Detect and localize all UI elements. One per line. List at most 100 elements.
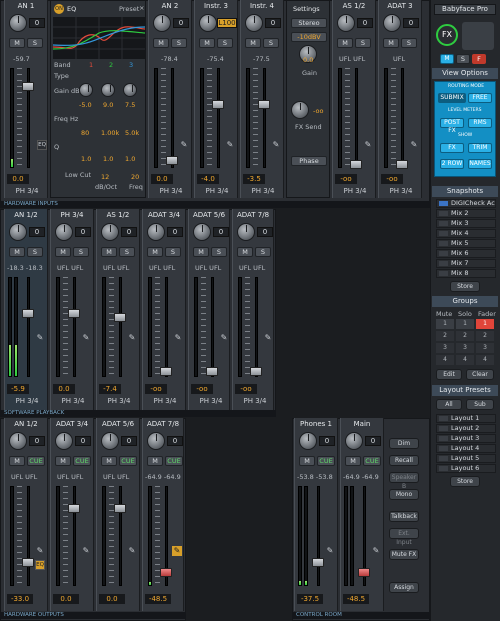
eq-icon[interactable]: EQ [37,140,47,150]
gain-knob[interactable] [147,223,165,241]
cue-button[interactable]: CUE [363,456,381,466]
dim-button[interactable]: Dim [389,438,419,449]
gain-knob[interactable] [55,432,73,450]
route-label[interactable]: PH 3/4 [243,187,283,195]
gain-knob[interactable] [101,223,119,241]
layout-item[interactable]: Layout 5 [436,454,496,463]
gain-knob[interactable] [147,432,165,450]
group-fader-1[interactable]: 1 [476,319,494,329]
fader-handle[interactable] [160,367,172,376]
wrench-icon[interactable]: ✎ [172,546,182,556]
wrench-icon[interactable]: ✎ [127,333,137,343]
fader-handle[interactable] [212,100,224,109]
mute-button[interactable]: M [147,247,163,257]
layout-item[interactable]: Layout 6 [436,464,496,473]
mute-button[interactable]: M [337,38,353,48]
solo-button[interactable]: S [355,38,371,48]
submix-button[interactable]: SUBMIX [438,93,466,103]
route-label[interactable]: PH 3/4 [381,187,421,195]
fader-handle[interactable] [22,558,34,567]
speaker-b-button[interactable]: Speaker B [389,472,419,490]
talkback-button[interactable]: Talkback [389,511,419,522]
route-label[interactable]: PH 3/4 [197,187,237,195]
wrench-icon[interactable]: ✎ [179,140,189,150]
group-solo-2[interactable]: 2 [456,331,474,341]
level-select[interactable]: -10dBV [291,32,327,42]
close-icon[interactable]: × [139,4,144,12]
mute-button[interactable]: M [383,38,399,48]
wrench-icon[interactable]: ✎ [127,546,137,556]
wrench-icon[interactable]: ✎ [271,140,281,150]
mute-button[interactable]: M [101,456,117,466]
solo-button[interactable]: S [171,38,187,48]
gain-knob[interactable] [237,223,255,241]
route-label[interactable]: PH 3/4 [235,397,275,405]
snapshot-item[interactable]: Mix 8 [436,269,496,278]
route-label[interactable]: PH 3/4 [53,397,93,405]
eq-gain-knob-2[interactable] [101,83,115,97]
cue-button[interactable]: CUE [165,456,183,466]
pan-knob[interactable] [199,14,217,32]
fx-send-knob[interactable] [291,101,309,119]
fader-handle[interactable] [206,367,218,376]
solo-button[interactable]: S [165,247,181,257]
route-label[interactable]: PH 3/4 [99,397,139,405]
assign-button[interactable]: Assign [389,582,419,593]
recall-button[interactable]: Recall [389,455,419,466]
cue-button[interactable]: CUE [119,456,137,466]
fader-handle[interactable] [68,309,80,318]
groups-edit-button[interactable]: Edit [436,369,462,380]
solo-button[interactable]: S [255,247,271,257]
mono-button[interactable]: Mono [389,489,419,500]
route-label[interactable]: PH 3/4 [7,187,47,195]
phase-button[interactable]: Phase [291,156,327,166]
mute-button[interactable]: M [55,456,71,466]
wrench-icon[interactable]: ✎ [363,140,373,150]
cue-button[interactable]: CUE [73,456,91,466]
layout-item[interactable]: Layout 1 [436,414,496,423]
group-solo-1[interactable]: 1 [456,319,474,329]
group-mute-2[interactable]: 2 [436,331,454,341]
wrench-icon[interactable]: ✎ [35,546,45,556]
mute-fx-button[interactable]: Mute FX [389,549,419,560]
cue-button[interactable]: CUE [317,456,335,466]
mode-s-button[interactable]: S [456,54,470,64]
cue-button[interactable]: CUE [27,456,45,466]
route-label[interactable]: PH 3/4 [335,187,375,195]
rms-button[interactable]: RMS [468,118,492,128]
snapshot-item[interactable]: Mix 5 [436,239,496,248]
show-names-button[interactable]: NAMES [468,159,492,169]
wrench-icon[interactable]: ✎ [35,333,45,343]
mute-button[interactable]: M [153,38,169,48]
gain-knob[interactable] [245,14,263,32]
layout-store-button[interactable]: Store [450,476,480,487]
eq-preset[interactable]: Preset [119,5,139,13]
snapshot-item[interactable]: DIGICheck Ac [436,199,496,208]
solo-button[interactable]: S [119,247,135,257]
gain-knob[interactable] [9,432,27,450]
wrench-icon[interactable]: ✎ [219,333,229,343]
groups-clear-button[interactable]: Clear [466,369,494,380]
wrench-icon[interactable]: ✎ [325,546,335,556]
mute-button[interactable]: M [147,456,163,466]
mute-button[interactable]: M [199,38,215,48]
solo-button[interactable]: S [263,38,279,48]
gain-knob[interactable] [9,223,27,241]
solo-button[interactable]: S [211,247,227,257]
layout-item[interactable]: Layout 3 [436,434,496,443]
eq-curve-graph[interactable] [53,17,145,59]
wrench-icon[interactable]: ✎ [173,333,183,343]
group-fader-3[interactable]: 3 [476,343,494,353]
solo-button[interactable]: S [27,247,43,257]
view-options-header[interactable]: View Options [432,68,498,79]
solo-button[interactable]: S [27,38,43,48]
mute-button[interactable]: M [237,247,253,257]
wrench-icon[interactable]: ✎ [409,140,419,150]
mute-button[interactable]: M [55,247,71,257]
post-fx-button[interactable]: POST FX [440,118,464,134]
fader-handle[interactable] [312,558,324,567]
group-fader-2[interactable]: 2 [476,331,494,341]
fader-handle[interactable] [258,100,270,109]
snapshot-item[interactable]: Mix 3 [436,219,496,228]
gain-knob[interactable] [9,14,27,32]
